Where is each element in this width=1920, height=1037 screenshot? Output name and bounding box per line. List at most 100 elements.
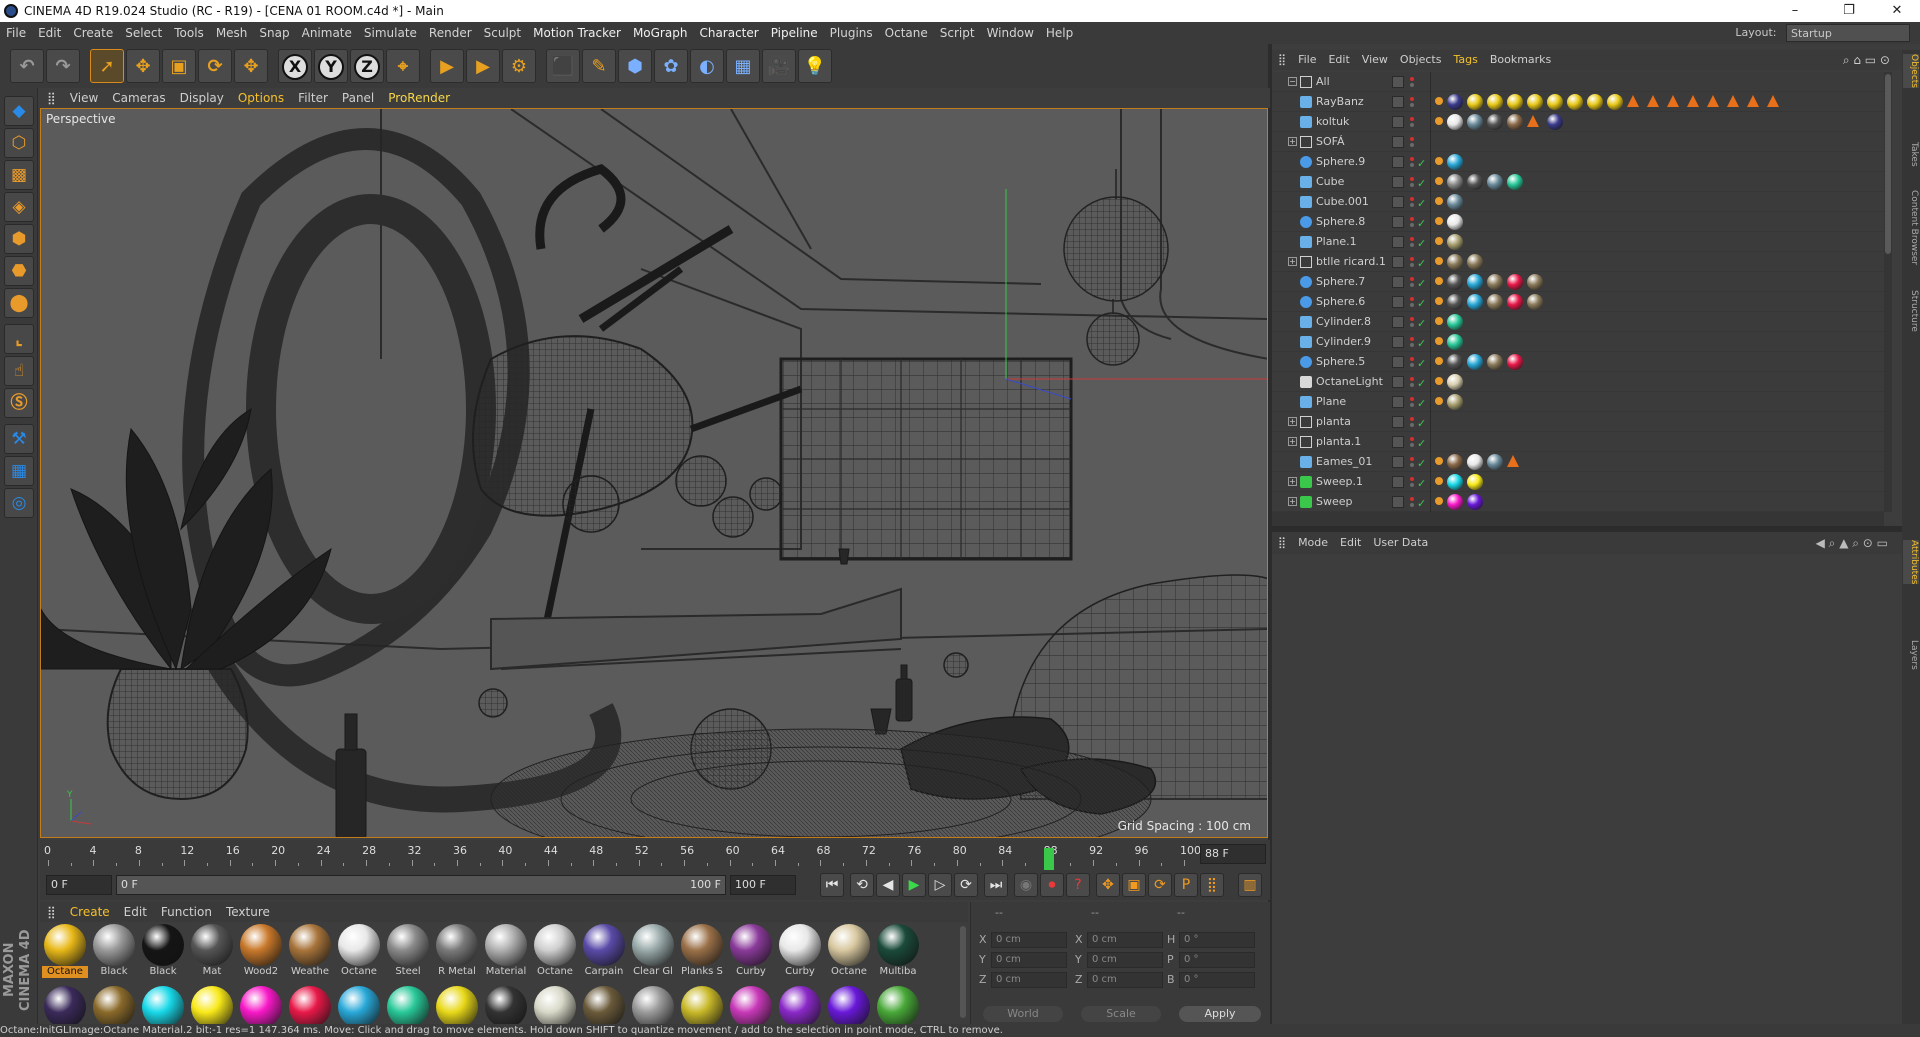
coordinate-system-icon[interactable]: ⌖ xyxy=(386,49,420,83)
layer-visibility-icon[interactable] xyxy=(1392,256,1404,268)
material-swatch[interactable] xyxy=(238,986,284,1027)
snapping-icon[interactable]: Ⓢ xyxy=(4,388,34,418)
material-swatch[interactable] xyxy=(679,986,725,1027)
phong-tag-icon[interactable] xyxy=(1435,297,1443,305)
editor-visibility-dot[interactable] xyxy=(1410,197,1414,201)
menu-simulate[interactable]: Simulate xyxy=(358,22,423,44)
phong-tag-icon[interactable] xyxy=(1435,337,1443,345)
menu-script[interactable]: Script xyxy=(934,22,981,44)
material-swatch[interactable] xyxy=(826,986,872,1027)
perspective-viewport[interactable]: Y Perspective Grid Spacing : 100 cm xyxy=(40,108,1268,838)
warning-tag-icon[interactable] xyxy=(1687,95,1699,107)
object-row[interactable]: Cube.001 ✓ xyxy=(1272,192,1884,212)
layer-visibility-icon[interactable] xyxy=(1392,156,1404,168)
material-tag-icon[interactable] xyxy=(1587,94,1603,110)
material-tag-icon[interactable] xyxy=(1467,114,1483,130)
editor-visibility-dot[interactable] xyxy=(1410,217,1414,221)
material-tag-icon[interactable] xyxy=(1447,454,1463,470)
material-tag-icon[interactable] xyxy=(1447,254,1463,270)
menu-octane[interactable]: Octane xyxy=(879,22,934,44)
layer-visibility-icon[interactable] xyxy=(1392,216,1404,228)
material-swatch[interactable] xyxy=(336,986,382,1027)
render-visibility-dot[interactable] xyxy=(1410,263,1414,267)
cloner-icon[interactable]: ✿ xyxy=(654,49,688,83)
material-swatch[interactable]: Weathe xyxy=(287,924,333,980)
object-row[interactable]: − All xyxy=(1272,72,1884,92)
object-row[interactable]: + planta ✓ xyxy=(1272,412,1884,432)
object-name[interactable]: Cube.001 xyxy=(1316,192,1369,212)
material-tag-icon[interactable] xyxy=(1467,174,1483,190)
material-swatch[interactable] xyxy=(581,986,627,1027)
coord-size-field[interactable]: 0 cm xyxy=(1087,952,1163,968)
enabled-check-icon[interactable]: ✓ xyxy=(1417,214,1426,234)
enabled-check-icon[interactable]: ✓ xyxy=(1417,474,1426,494)
layout-dropdown[interactable]: Startup xyxy=(1786,24,1910,42)
enabled-check-icon[interactable]: ✓ xyxy=(1417,314,1426,334)
render-visibility-dot[interactable] xyxy=(1410,123,1414,127)
material-tag-icon[interactable] xyxy=(1447,274,1463,290)
material-tag-icon[interactable] xyxy=(1507,274,1523,290)
material-swatch[interactable] xyxy=(91,986,137,1027)
render-view-icon[interactable]: ▶ xyxy=(430,49,464,83)
enabled-check-icon[interactable]: ✓ xyxy=(1417,494,1426,512)
object-name[interactable]: Sphere.6 xyxy=(1316,292,1365,312)
material-swatch[interactable] xyxy=(140,986,186,1027)
menu-window[interactable]: Window xyxy=(981,22,1040,44)
previous-key-icon[interactable]: ⟲ xyxy=(850,873,874,897)
enabled-check-icon[interactable]: ✓ xyxy=(1417,334,1426,354)
object-row[interactable]: Plane ✓ xyxy=(1272,392,1884,412)
material-swatch[interactable] xyxy=(434,986,480,1027)
menu-snap[interactable]: Snap xyxy=(253,22,295,44)
layer-visibility-icon[interactable] xyxy=(1392,76,1404,88)
layer-visibility-icon[interactable] xyxy=(1392,96,1404,108)
material-swatch[interactable]: Wood2 xyxy=(238,924,284,980)
z-axis-icon[interactable]: Z xyxy=(350,49,384,83)
menu-edit[interactable]: Edit xyxy=(32,22,67,44)
undo-icon[interactable]: ↶ xyxy=(10,49,44,83)
redo-icon[interactable]: ↷ xyxy=(46,49,80,83)
menu-create[interactable]: Create xyxy=(67,22,119,44)
attributes-menu-mode[interactable]: Mode xyxy=(1292,532,1334,554)
object-name[interactable]: Plane xyxy=(1316,392,1346,412)
material-tag-icon[interactable] xyxy=(1487,114,1503,130)
move-icon[interactable]: ✥ xyxy=(126,49,160,83)
enabled-check-icon[interactable]: ✓ xyxy=(1417,354,1426,374)
menu-pipeline[interactable]: Pipeline xyxy=(765,22,824,44)
material-tag-icon[interactable] xyxy=(1467,474,1483,490)
material-swatch[interactable]: Carpain xyxy=(581,924,627,980)
object-row[interactable]: OctaneLight ✓ xyxy=(1272,372,1884,392)
material-tag-icon[interactable] xyxy=(1487,174,1503,190)
next-frame-icon[interactable]: ▷ xyxy=(928,873,952,897)
enabled-check-icon[interactable]: ✓ xyxy=(1417,454,1426,474)
editor-visibility-dot[interactable] xyxy=(1410,97,1414,101)
render-visibility-dot[interactable] xyxy=(1410,363,1414,367)
playhead-marker[interactable] xyxy=(1043,848,1054,870)
expand-toggle-icon[interactable]: + xyxy=(1288,477,1297,486)
layer-visibility-icon[interactable] xyxy=(1392,116,1404,128)
material-tag-icon[interactable] xyxy=(1447,474,1463,490)
attributes-menu-edit[interactable]: Edit xyxy=(1334,532,1367,554)
layer-visibility-icon[interactable] xyxy=(1392,476,1404,488)
material-swatch[interactable]: Black xyxy=(91,924,137,980)
warning-tag-icon[interactable] xyxy=(1767,95,1779,107)
object-name[interactable]: Sphere.8 xyxy=(1316,212,1365,232)
material-swatch[interactable]: Multiba xyxy=(875,924,921,980)
phong-tag-icon[interactable] xyxy=(1435,97,1443,105)
layer-visibility-icon[interactable] xyxy=(1392,236,1404,248)
render-visibility-dot[interactable] xyxy=(1410,423,1414,427)
rotate-icon[interactable]: ⟳ xyxy=(198,49,232,83)
expand-toggle-icon[interactable]: + xyxy=(1288,417,1297,426)
coord-pos-field[interactable]: 0 cm xyxy=(991,972,1067,988)
material-swatch[interactable]: Octane xyxy=(826,924,872,980)
expand-toggle-icon[interactable]: − xyxy=(1288,77,1297,86)
material-tag-icon[interactable] xyxy=(1507,354,1523,370)
start-frame-field[interactable]: 0 F xyxy=(46,875,112,895)
render-visibility-dot[interactable] xyxy=(1410,83,1414,87)
size-mode-dropdown[interactable]: Scale xyxy=(1081,1006,1161,1022)
enable-axis-icon[interactable]: ⚒ xyxy=(4,424,34,454)
layer-visibility-icon[interactable] xyxy=(1392,316,1404,328)
dock-tab-structure[interactable]: Structure xyxy=(1903,290,1919,332)
object-name[interactable]: OctaneLight xyxy=(1316,372,1383,392)
material-tag-icon[interactable] xyxy=(1467,94,1483,110)
material-swatch[interactable]: Material xyxy=(483,924,529,980)
